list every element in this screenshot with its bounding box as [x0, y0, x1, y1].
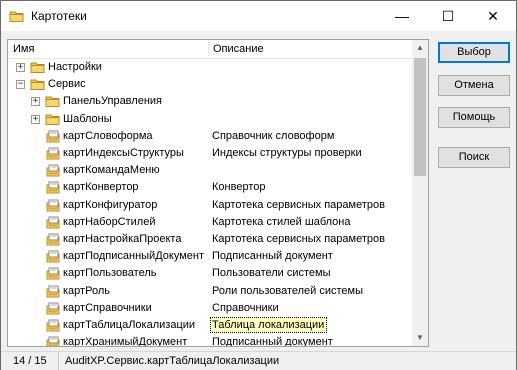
folder-icon: [30, 76, 46, 92]
tree-row[interactable]: картКомандаМеню: [8, 162, 412, 179]
tree-row-name: картНастройкаПроекта: [63, 233, 182, 245]
close-button[interactable]: ✕: [470, 1, 516, 31]
collapse-icon[interactable]: −: [16, 80, 25, 89]
minimize-button[interactable]: —: [379, 1, 425, 31]
column-header-name[interactable]: Имя: [13, 43, 34, 55]
card-file-icon: [45, 283, 61, 299]
tree-row[interactable]: картХранимыйДокумент Подписанный документ: [8, 334, 412, 346]
tree-row-description: Картотека сервисных параметров: [212, 199, 385, 211]
tree-row-name: картКонвертор: [63, 181, 139, 193]
tree-row[interactable]: − Сервис: [8, 76, 412, 93]
tree-row-name: Шаблоны: [63, 113, 112, 125]
folder-icon: [45, 93, 61, 109]
tree-row[interactable]: + Шаблоны: [8, 111, 412, 128]
tree-row[interactable]: картПодписанныйДокумент Подписанный докум…: [8, 248, 412, 265]
tree-row[interactable]: картСловоформа Справочник словоформ: [8, 128, 412, 145]
scroll-up-arrow-icon[interactable]: ▲: [412, 40, 428, 56]
column-separator[interactable]: [208, 42, 209, 56]
title-bar[interactable]: Картотеки — ☐ ✕: [1, 1, 516, 31]
tree-row-description: Пользователи системы: [212, 267, 331, 279]
choose-button[interactable]: Выбор: [438, 42, 510, 63]
tree-row-name: картКомандаМеню: [63, 164, 160, 176]
tree-row[interactable]: картИндексыСтруктуры Индексы структуры пр…: [8, 145, 412, 162]
search-button[interactable]: Поиск: [438, 147, 510, 168]
tree-row-name: картРоль: [63, 285, 110, 297]
column-header-description[interactable]: Описание: [213, 43, 264, 55]
tree-rows: + Настройки − Сервис + ПанельУправления + Шабло…: [8, 59, 412, 346]
tree-row-name: ПанельУправления: [63, 95, 162, 107]
tree-row[interactable]: + Настройки: [8, 59, 412, 76]
tree-row[interactable]: картКонвертор Конвертор: [8, 179, 412, 196]
tree-row[interactable]: картНастройкаПроекта Картотека сервисных …: [8, 231, 412, 248]
app-folder-icon: [9, 11, 24, 22]
tree-row-name: картТаблицаЛокализации: [63, 319, 196, 331]
scroll-down-arrow-icon[interactable]: ▼: [412, 330, 428, 346]
expand-icon[interactable]: +: [31, 115, 40, 124]
tree-row[interactable]: картТаблицаЛокализации Таблица локализаци…: [8, 317, 412, 334]
tree-row-description: Подписанный документ: [212, 336, 333, 346]
tree-row-description: Индексы структуры проверки: [212, 147, 362, 159]
maximize-button[interactable]: ☐: [425, 1, 471, 31]
tree-row-name: картХранимыйДокумент: [63, 336, 188, 346]
window-title: Картотеки: [31, 9, 87, 23]
tree-row-description: Роли пользователей системы: [212, 285, 364, 297]
card-file-icon: [45, 128, 61, 144]
card-file-icon: [45, 145, 61, 161]
card-file-icon: [45, 248, 61, 264]
card-file-icon: [45, 179, 61, 195]
tree-row[interactable]: картПользователь Пользователи системы: [8, 265, 412, 282]
card-file-icon: [45, 214, 61, 230]
tree-row[interactable]: картКонфигуратор Картотека сервисных пара…: [8, 197, 412, 214]
card-file-icon: [45, 265, 61, 281]
tree-row[interactable]: картНаборСтилей Картотека стилей шаблона: [8, 214, 412, 231]
tree-row-description: Картотека сервисных параметров: [212, 233, 385, 245]
tree-row-name: картПользователь: [63, 267, 157, 279]
card-file-icon: [45, 197, 61, 213]
status-bar: 14 / 15 AuditXP.Сервис.картТаблицаЛокали…: [1, 351, 516, 370]
card-file-icon: [45, 231, 61, 247]
status-path: AuditXP.Сервис.картТаблицаЛокализации: [65, 355, 280, 367]
status-position: 14 / 15: [1, 352, 59, 370]
tree-row-description: Справочник словоформ: [212, 130, 335, 142]
tree-row-name: Сервис: [48, 78, 86, 90]
cancel-button[interactable]: Отмена: [438, 75, 510, 96]
expand-icon[interactable]: +: [31, 97, 40, 106]
folder-icon: [45, 111, 61, 127]
expand-icon[interactable]: +: [16, 63, 25, 72]
tree-row-name: картПодписанныйДокумент: [63, 250, 205, 262]
tree-row-description: Картотека стилей шаблона: [212, 216, 351, 228]
tree-row[interactable]: + ПанельУправления: [8, 93, 412, 110]
tree-row-name: картКонфигуратор: [63, 199, 158, 211]
card-file-icon: [45, 334, 61, 346]
tree-row-name: Настройки: [48, 61, 102, 73]
tree-row-description: Справочники: [212, 302, 279, 314]
tree-row-name: картИндексыСтруктуры: [63, 147, 184, 159]
folder-icon: [30, 59, 46, 75]
tree-row-description-selected: Таблица локализации: [210, 317, 328, 333]
tree-row-name: картСловоформа: [63, 130, 153, 142]
tree-row[interactable]: картСправочники Справочники: [8, 300, 412, 317]
vertical-scrollbar[interactable]: ▲ ▼: [412, 40, 428, 346]
scrollbar-thumb[interactable]: [414, 58, 426, 176]
tree-row[interactable]: картРоль Роли пользователей системы: [8, 283, 412, 300]
card-file-icon: [45, 300, 61, 316]
card-tree-view[interactable]: Имя Описание + Настройки − Сервис + ПанельУпр…: [7, 39, 429, 347]
tree-row-description: Конвертор: [212, 181, 266, 193]
tree-header: Имя Описание: [8, 40, 412, 59]
tree-row-description: Подписанный документ: [212, 250, 333, 262]
tree-row-name: картСправочники: [63, 302, 152, 314]
dialog-window: Картотеки — ☐ ✕ Имя Описание + Настройки −…: [0, 0, 517, 370]
help-button[interactable]: Помощь: [438, 107, 510, 128]
tree-row-name: картНаборСтилей: [63, 216, 156, 228]
card-file-icon: [45, 162, 61, 178]
card-file-icon: [45, 317, 61, 333]
